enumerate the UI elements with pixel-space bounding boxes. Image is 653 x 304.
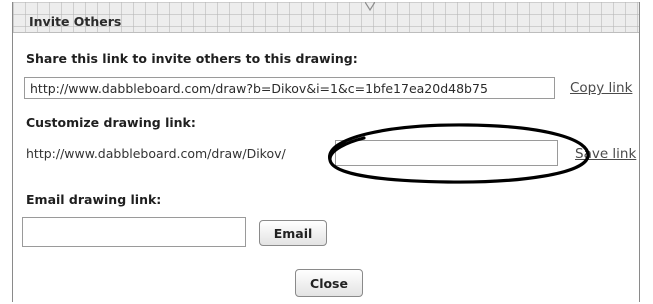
share-link-label: Share this link to invite others to this… xyxy=(26,51,358,66)
customize-link-label: Customize drawing link: xyxy=(26,115,196,130)
dialog-title: Invite Others xyxy=(29,14,122,29)
email-input[interactable] xyxy=(22,217,246,247)
share-link-field[interactable] xyxy=(24,77,555,99)
custom-link-prefix: http://www.dabbleboard.com/draw/Dikov/ xyxy=(26,146,286,161)
custom-link-input[interactable] xyxy=(335,140,558,166)
copy-link-button[interactable]: Copy link xyxy=(570,80,632,96)
save-link-button[interactable]: Save link xyxy=(575,146,636,162)
invite-others-dialog: Invite Others Share this link to invite … xyxy=(12,2,640,302)
dialog-titlebar[interactable]: Invite Others xyxy=(13,2,639,33)
email-button[interactable]: Email xyxy=(259,220,327,246)
close-button[interactable]: Close xyxy=(295,269,363,297)
email-link-label: Email drawing link: xyxy=(26,192,162,207)
titlebar-notch-icon xyxy=(365,2,375,12)
